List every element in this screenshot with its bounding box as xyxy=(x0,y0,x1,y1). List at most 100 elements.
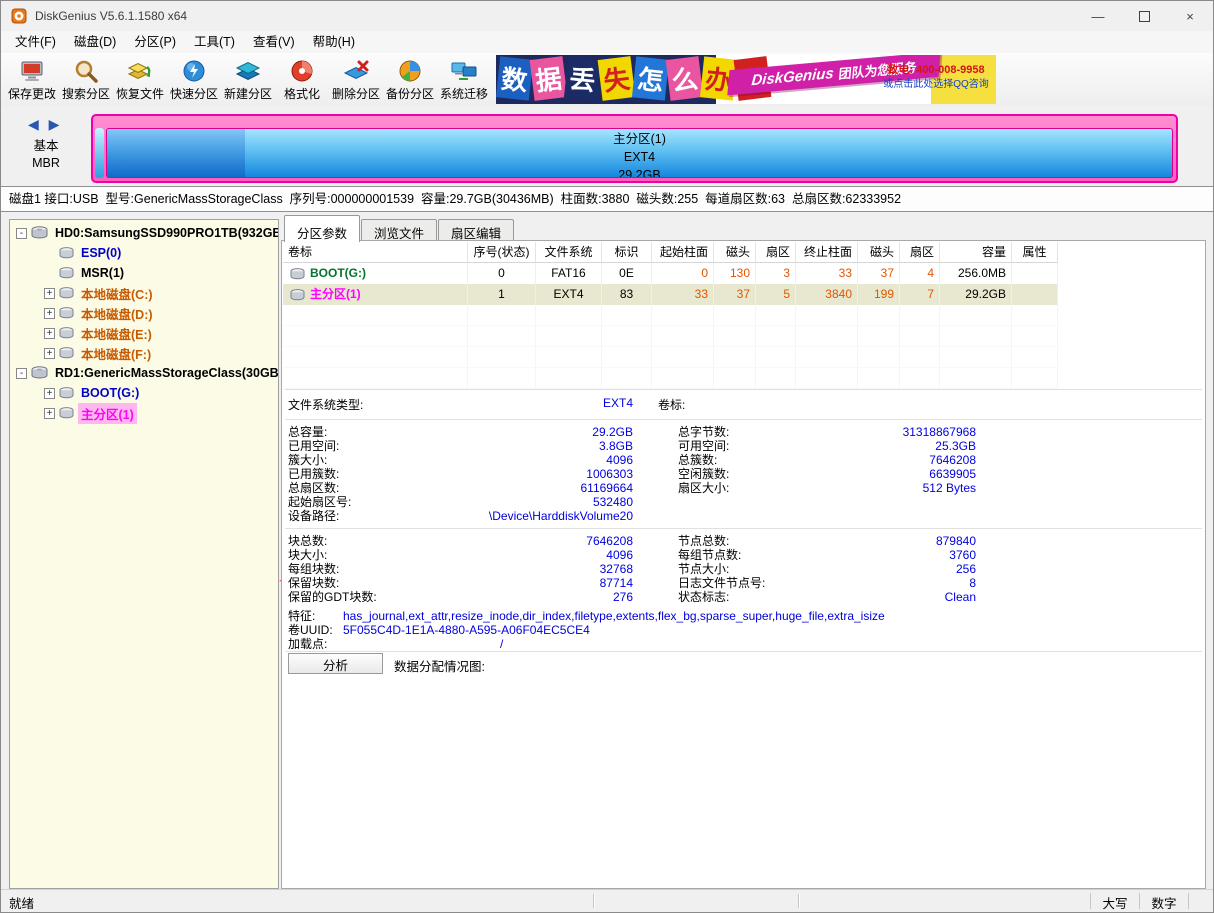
close-button[interactable]: × xyxy=(1167,1,1213,31)
tree-toggle-expand[interactable]: + xyxy=(44,308,55,319)
detail-label: 总扇区数: xyxy=(288,481,408,495)
toolbar-button-save-changes[interactable]: 保存更改 xyxy=(5,53,59,106)
partition-details: 文件系统类型: EXT4 卷标: 总容量:29.2GB总字节数:31318867… xyxy=(283,389,1204,652)
partition-icon xyxy=(59,287,74,299)
column-header[interactable]: 磁头 xyxy=(858,242,900,263)
ad-qq-link[interactable]: 或点击此处选择QQ咨询 xyxy=(877,78,995,92)
menu-item-disk[interactable]: 磁盘(D) xyxy=(65,32,125,53)
maximize-button[interactable] xyxy=(1121,1,1167,31)
toolbar-button-recover-files[interactable]: 恢复文件 xyxy=(113,53,167,106)
tree-item-label: ESP(0) xyxy=(78,245,124,261)
tree-item-2[interactable]: +MSR(1) xyxy=(10,263,278,283)
tree-toggle-collapse[interactable]: - xyxy=(16,368,27,379)
toolbar-button-system-migrate[interactable]: 系统迁移 xyxy=(437,53,491,106)
table-cell: 83 xyxy=(602,284,652,305)
column-header[interactable]: 终止柱面 xyxy=(796,242,858,263)
detail-gap xyxy=(633,481,658,495)
column-header[interactable]: 容量 xyxy=(940,242,1012,263)
table-empty-cell xyxy=(468,368,536,389)
mount-point-value: / xyxy=(343,637,503,651)
tree-toggle-expand[interactable]: + xyxy=(44,288,55,299)
tree-item-9[interactable]: + 主分区(1) xyxy=(10,403,278,423)
table-empty-cell xyxy=(602,326,652,347)
column-header[interactable]: 文件系统 xyxy=(536,242,602,263)
uuid-value: 5F055C4D-1E1A-4880-A595-A06F04EC5CE4 xyxy=(343,623,590,637)
toolbar-button-quick-partition[interactable]: 快速分区 xyxy=(167,53,221,106)
detail-gap xyxy=(633,576,658,590)
partition-fs: EXT4 xyxy=(107,147,1172,165)
status-bar: 就绪 大写 数字 xyxy=(1,889,1213,912)
table-empty-cell xyxy=(714,368,756,389)
detail-label: 可用空间: xyxy=(658,439,808,453)
tab-partition-params[interactable]: 分区参数 xyxy=(284,215,360,242)
menu-item-help[interactable]: 帮助(H) xyxy=(304,32,364,53)
column-header[interactable]: 序号(状态) xyxy=(468,242,536,263)
detail-label: 节点大小: xyxy=(658,562,808,576)
ad-banner[interactable]: 数据丢失怎么办! DiskGenius 团队为您服务 致电: 400-008-9… xyxy=(496,55,996,104)
toolbar-button-new-partition[interactable]: 新建分区 xyxy=(221,53,275,106)
hard-disk-icon xyxy=(31,226,48,240)
tree-item-5[interactable]: +本地磁盘(E:) xyxy=(10,323,278,343)
detail-gap xyxy=(633,495,658,509)
tree-item-8[interactable]: +BOOT(G:) xyxy=(10,383,278,403)
column-header[interactable]: 卷标 xyxy=(283,242,468,263)
analyze-button[interactable]: 分析 xyxy=(288,653,383,674)
table-empty-cell xyxy=(796,305,858,326)
tree-item-6[interactable]: +本地磁盘(F:) xyxy=(10,343,278,363)
table-cell: 33 xyxy=(796,263,858,284)
partition-icon xyxy=(290,289,305,301)
detail-value: 1006303 xyxy=(408,467,633,481)
toolbar-button-label: 快速分区 xyxy=(170,85,218,102)
tree-item-label: 主分区(1) xyxy=(78,403,137,424)
main-area: -HD0:SamsungSSD990PRO1TB(932GB+ESP(0)+MS… xyxy=(1,212,1213,890)
detail-value xyxy=(808,509,976,523)
minimize-button[interactable]: — xyxy=(1075,1,1121,31)
partition-segment-selected[interactable]: 主分区(1) EXT4 29.2GB xyxy=(106,128,1173,178)
tree-toggle-expand[interactable]: + xyxy=(44,388,55,399)
table-empty-cell xyxy=(1012,326,1058,347)
table-cell: 199 xyxy=(858,284,900,305)
column-header[interactable]: 扇区 xyxy=(756,242,796,263)
toolbar-button-backup-partition[interactable]: 备份分区 xyxy=(383,53,437,106)
tree-toggle-expand[interactable]: + xyxy=(44,408,55,419)
toolbar-button-delete-partition[interactable]: 删除分区 xyxy=(329,53,383,106)
menu-item-view[interactable]: 查看(V) xyxy=(244,32,304,53)
toolbar-button-format[interactable]: 格式化 xyxy=(275,53,329,106)
column-header[interactable]: 扇区 xyxy=(900,242,940,263)
table-row[interactable]: BOOT(G:)0FAT160E0130333374256.0MB xyxy=(283,263,1058,284)
allocation-map-caption: 数据分配情况图: xyxy=(394,656,485,675)
system-migrate-icon xyxy=(451,57,477,84)
tab-browse-files[interactable]: 浏览文件 xyxy=(361,219,437,241)
tab-sector-edit[interactable]: 扇区编辑 xyxy=(438,219,514,241)
toolbar-button-search-partition[interactable]: 搜索分区 xyxy=(59,53,113,106)
detail-label: 块大小: xyxy=(288,548,408,562)
tree-item-7[interactable]: -RD1:GenericMassStorageClass(30GB) xyxy=(10,363,278,383)
detail-value: 6639905 xyxy=(808,467,976,481)
tree-item-0[interactable]: -HD0:SamsungSSD990PRO1TB(932GB xyxy=(10,223,278,243)
column-header[interactable]: 起始柱面 xyxy=(652,242,714,263)
table-empty-row xyxy=(283,368,1058,389)
detail-label: 日志文件节点号: xyxy=(658,576,808,590)
table-empty-cell xyxy=(652,305,714,326)
menu-item-partition[interactable]: 分区(P) xyxy=(125,32,185,53)
menu-item-tools[interactable]: 工具(T) xyxy=(185,32,244,53)
disk-nav-arrows[interactable]: ◀ ▶ xyxy=(28,116,62,133)
table-cell: 5 xyxy=(756,284,796,305)
detail-value: 29.2GB xyxy=(408,425,633,439)
table-empty-cell xyxy=(796,326,858,347)
column-header[interactable]: 属性 xyxy=(1012,242,1058,263)
tree-toggle-collapse[interactable]: - xyxy=(16,228,27,239)
partition-icon xyxy=(59,387,74,399)
partition-segment-boot[interactable] xyxy=(95,128,104,178)
tree-item-3[interactable]: +本地磁盘(C:) xyxy=(10,283,278,303)
tree-item-1[interactable]: +ESP(0) xyxy=(10,243,278,263)
column-header[interactable]: 磁头 xyxy=(714,242,756,263)
tree-toggle-expand[interactable]: + xyxy=(44,348,55,359)
tree-toggle-expand[interactable]: + xyxy=(44,328,55,339)
tree-item-4[interactable]: +本地磁盘(D:) xyxy=(10,303,278,323)
column-header[interactable]: 标识 xyxy=(602,242,652,263)
partition-icon xyxy=(59,247,74,259)
menu-item-file[interactable]: 文件(F) xyxy=(6,32,65,53)
table-row[interactable]: 主分区(1)1EXT483333753840199729.2GB xyxy=(283,284,1058,305)
volume-label: BOOT(G:) xyxy=(310,263,366,284)
